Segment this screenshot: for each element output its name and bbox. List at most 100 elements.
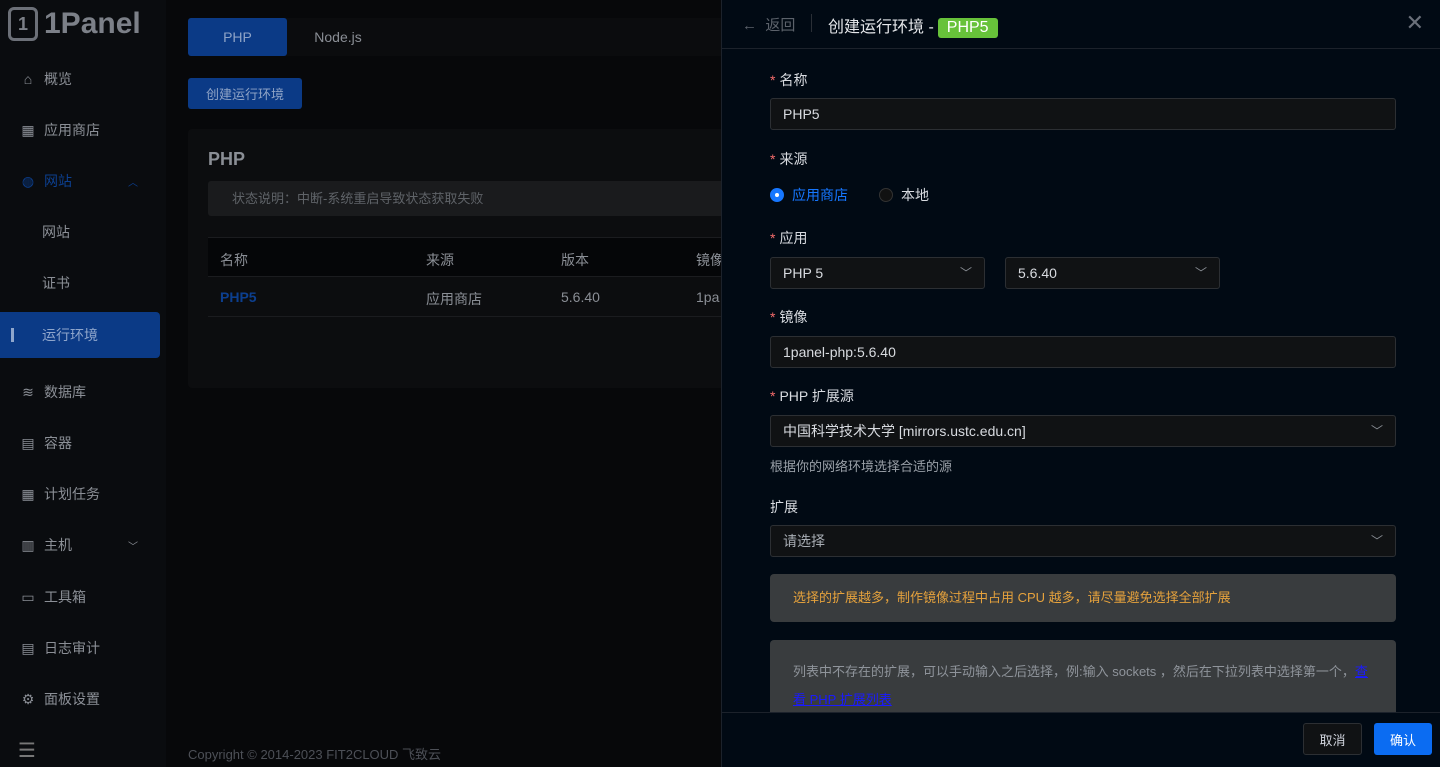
sidebar-item-settings[interactable]: ⚙ 面板设置	[0, 676, 160, 722]
runtime-table: 名称 来源 版本 镜像 PHP5 应用商店 5.6.40 1pa	[208, 237, 728, 317]
label: 工具箱	[44, 589, 86, 605]
ext-source-hint: 根据你的网络环境选择合适的源	[770, 459, 953, 474]
version-select[interactable]: 5.6.40 ﹀	[1005, 257, 1220, 289]
chevron-down-icon: ﹀	[1194, 266, 1207, 280]
label: 证书	[42, 275, 70, 291]
sidebar-item-toolbox[interactable]: ▭ 工具箱	[0, 574, 160, 620]
name-input[interactable]: PHP5	[770, 98, 1396, 130]
label: 概览	[44, 71, 72, 87]
label: 计划任务	[44, 486, 100, 502]
table-row: PHP5 应用商店 5.6.40 1pa	[208, 277, 728, 317]
back-label: 返回	[765, 17, 796, 34]
label: 网站	[42, 224, 70, 240]
status-note: 状态说明：中断-系统重启导致状态获取失败	[208, 181, 728, 216]
ext-source-label: * PHP 扩展源	[770, 388, 854, 404]
calendar-icon: ▦	[21, 485, 35, 502]
sidebar-item-sites[interactable]: 网站	[0, 209, 160, 255]
image-label: * 镜像	[770, 309, 808, 325]
row-image: 1pa	[696, 289, 720, 305]
sidebar-item-runtime[interactable]: 运行环境	[0, 312, 160, 358]
globe-icon: ◍	[21, 172, 35, 189]
runtime-card: PHP 状态说明：中断-系统重启导致状态获取失败 名称 来源 版本 镜像 PHP…	[188, 129, 728, 388]
create-runtime-button[interactable]: 创建运行环境	[188, 78, 302, 109]
drawer-header: ← 返回 创建运行环境 - PHP5 ✕	[722, 0, 1440, 49]
label: 容器	[44, 435, 72, 451]
title-text: 创建运行环境 -	[828, 19, 934, 36]
extensions-select[interactable]: 请选择 ﹀	[770, 525, 1396, 557]
label: 应用商店	[44, 122, 100, 138]
sidebar-item-container[interactable]: ▤ 容器	[0, 420, 160, 466]
chevron-down-icon: ﹀	[1370, 534, 1383, 548]
runtime-tabs: PHP Node.js	[188, 18, 728, 56]
chevron-down-icon: ﹀	[959, 266, 972, 280]
toolbox-icon: ▭	[21, 588, 35, 605]
label: 面板设置	[44, 691, 100, 707]
chevron-down-icon: ﹀	[128, 541, 138, 553]
name-label: * 名称	[770, 72, 808, 88]
sidebar-item-overview[interactable]: ⌂ 概览	[0, 56, 160, 102]
sidebar-item-host[interactable]: ▥ 主机 ﹀	[0, 522, 160, 568]
back-button[interactable]: ← 返回	[742, 14, 795, 35]
sidebar-item-certs[interactable]: 证书	[0, 260, 160, 306]
copyright: Copyright © 2014-2023 FIT2CLOUD 飞致云	[188, 747, 442, 762]
arrow-left-icon: ←	[742, 17, 757, 34]
image-input[interactable]: 1panel-php:5.6.40	[770, 336, 1396, 368]
radio-checked	[770, 188, 784, 202]
sidebar: 1 1Panel ⌂ 概览 ▦ 应用商店 ◍ 网站 ︿ 网站 证书 运行环境 ≋ 数据库 ▤…	[0, 0, 166, 767]
drawer-title: 创建运行环境 - PHP5	[828, 13, 998, 38]
confirm-button[interactable]: 确认	[1374, 723, 1432, 755]
title-badge: PHP5	[937, 18, 998, 38]
close-icon[interactable]: ✕	[1406, 10, 1424, 36]
ext-source-select[interactable]: 中国科学技术大学 [mirrors.ustc.edu.cn] ﹀	[770, 415, 1396, 447]
grid-icon: ▦	[21, 121, 35, 138]
sidebar-item-cron[interactable]: ▦ 计划任务	[0, 471, 160, 517]
info-text: 列表中不存在的扩展，可以手动输入之后选择，例:输入 sockets ，然后在下拉…	[793, 664, 1355, 679]
label: 数据库	[44, 384, 86, 400]
gear-icon: ⚙	[21, 690, 35, 707]
home-icon: ⌂	[23, 71, 33, 87]
chevron-down-icon: ﹀	[1370, 424, 1383, 438]
log-icon: ▤	[21, 639, 35, 656]
col-image: 镜像	[696, 252, 724, 268]
sidebar-item-logs[interactable]: ▤ 日志审计	[0, 625, 160, 671]
tab-nodejs[interactable]: Node.js	[298, 18, 378, 56]
version-value: 5.6.40	[1018, 265, 1057, 281]
col-source: 来源	[426, 252, 454, 268]
sidebar-item-website[interactable]: ◍ 网站 ︿	[0, 158, 160, 204]
app-value: PHP 5	[783, 265, 824, 281]
tab-php[interactable]: PHP	[188, 18, 287, 56]
divider	[811, 14, 812, 32]
create-runtime-drawer: ← 返回 创建运行环境 - PHP5 ✕ * 名称 PHP5 * 来源 应用商店 本地…	[721, 0, 1440, 767]
radio-label: 本地	[901, 187, 929, 203]
logo-text: 1Panel	[44, 7, 141, 40]
source-label: * 来源	[770, 151, 808, 167]
logo-mark: 1	[8, 7, 38, 41]
app-label: * 应用	[770, 230, 808, 246]
app-select[interactable]: PHP 5 ﹀	[770, 257, 985, 289]
layers-icon: ≋	[22, 383, 34, 400]
row-name-link[interactable]: PHP5	[220, 289, 257, 305]
source-radio-appstore[interactable]: 应用商店	[770, 185, 848, 205]
logo: 1 1Panel	[0, 0, 166, 48]
label: 主机	[44, 537, 72, 553]
card-title: PHP	[208, 149, 246, 169]
cancel-button[interactable]: 取消	[1303, 723, 1362, 755]
ext-source-value: 中国科学技术大学 [mirrors.ustc.edu.cn]	[783, 423, 1026, 439]
sidebar-item-appstore[interactable]: ▦ 应用商店	[0, 107, 160, 153]
label: 日志审计	[44, 640, 100, 656]
row-source: 应用商店	[426, 291, 482, 307]
sidebar-item-database[interactable]: ≋ 数据库	[0, 369, 160, 415]
main-content: PHP Node.js 创建运行环境 PHP 状态说明：中断-系统重启导致状态获…	[166, 0, 728, 767]
extensions-label: 扩展	[770, 499, 798, 515]
menu-collapse-icon[interactable]: ☰	[18, 738, 36, 763]
radio-label: 应用商店	[792, 187, 848, 203]
chevron-up-icon: ︿	[128, 177, 138, 189]
server-icon: ▥	[21, 536, 35, 553]
row-version: 5.6.40	[561, 289, 600, 305]
extensions-placeholder: 请选择	[783, 533, 825, 549]
source-radio-local[interactable]: 本地	[879, 185, 929, 205]
radio-unchecked	[879, 188, 893, 202]
docker-icon: ▤	[21, 434, 35, 451]
table-header: 名称 来源 版本 镜像	[208, 237, 728, 277]
label: 运行环境	[42, 327, 98, 343]
